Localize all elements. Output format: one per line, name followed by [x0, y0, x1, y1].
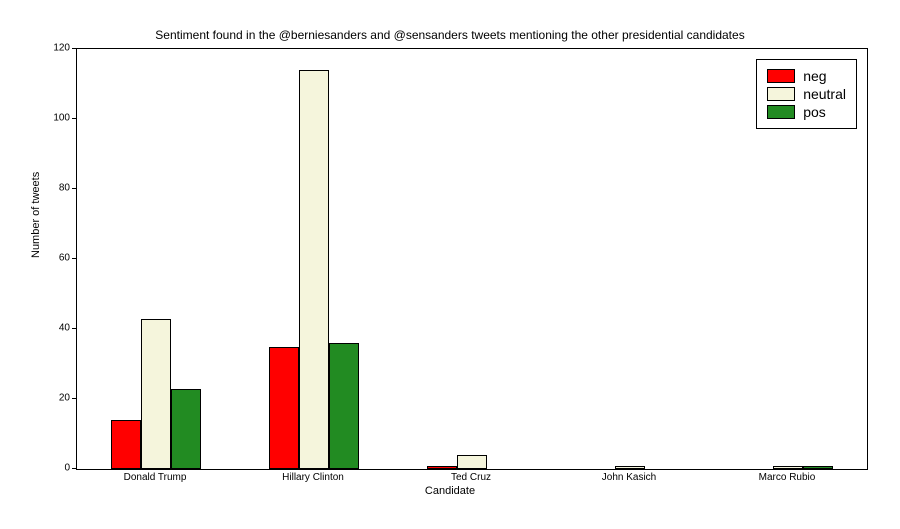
xtick-label: Ted Cruz	[451, 472, 491, 483]
ytick-mark	[72, 468, 76, 469]
bar-neutral	[141, 319, 171, 470]
ytick-label: 100	[53, 113, 70, 124]
ytick-label: 40	[59, 323, 70, 334]
legend-swatch-neutral	[767, 87, 795, 101]
chart-container: Sentiment found in the @berniesanders an…	[0, 0, 900, 529]
ytick-mark	[72, 398, 76, 399]
ytick-label: 60	[59, 253, 70, 264]
bar-neutral	[773, 466, 803, 470]
bar-neg	[111, 420, 141, 469]
ytick-mark	[72, 48, 76, 49]
ytick-label: 80	[59, 183, 70, 194]
xtick-label: Donald Trump	[124, 472, 187, 483]
legend: neg neutral pos	[756, 59, 857, 129]
bar-neutral	[615, 466, 645, 470]
xtick-label: Hillary Clinton	[282, 472, 344, 483]
bar-neutral	[299, 70, 329, 469]
plot-area: neg neutral pos	[76, 48, 868, 470]
legend-item-neutral: neutral	[767, 86, 846, 102]
xtick-label: Marco Rubio	[759, 472, 816, 483]
bar-pos	[803, 466, 833, 470]
x-axis-label: Candidate	[0, 485, 900, 497]
legend-label-pos: pos	[803, 104, 826, 120]
bar-pos	[329, 343, 359, 469]
bar-neutral	[457, 455, 487, 469]
legend-item-pos: pos	[767, 104, 846, 120]
legend-label-neg: neg	[803, 68, 826, 84]
y-axis-label: Number of tweets	[30, 172, 42, 258]
chart-title: Sentiment found in the @berniesanders an…	[0, 28, 900, 42]
xtick-label: John Kasich	[602, 472, 656, 483]
ytick-mark	[72, 118, 76, 119]
legend-swatch-neg	[767, 69, 795, 83]
ytick-label: 20	[59, 393, 70, 404]
legend-item-neg: neg	[767, 68, 846, 84]
ytick-label: 0	[64, 463, 70, 474]
bar-neg	[269, 347, 299, 470]
bar-pos	[171, 389, 201, 470]
ytick-mark	[72, 328, 76, 329]
bar-neg	[427, 466, 457, 470]
legend-label-neutral: neutral	[803, 86, 846, 102]
ytick-mark	[72, 258, 76, 259]
ytick-label: 120	[53, 43, 70, 54]
ytick-mark	[72, 188, 76, 189]
legend-swatch-pos	[767, 105, 795, 119]
